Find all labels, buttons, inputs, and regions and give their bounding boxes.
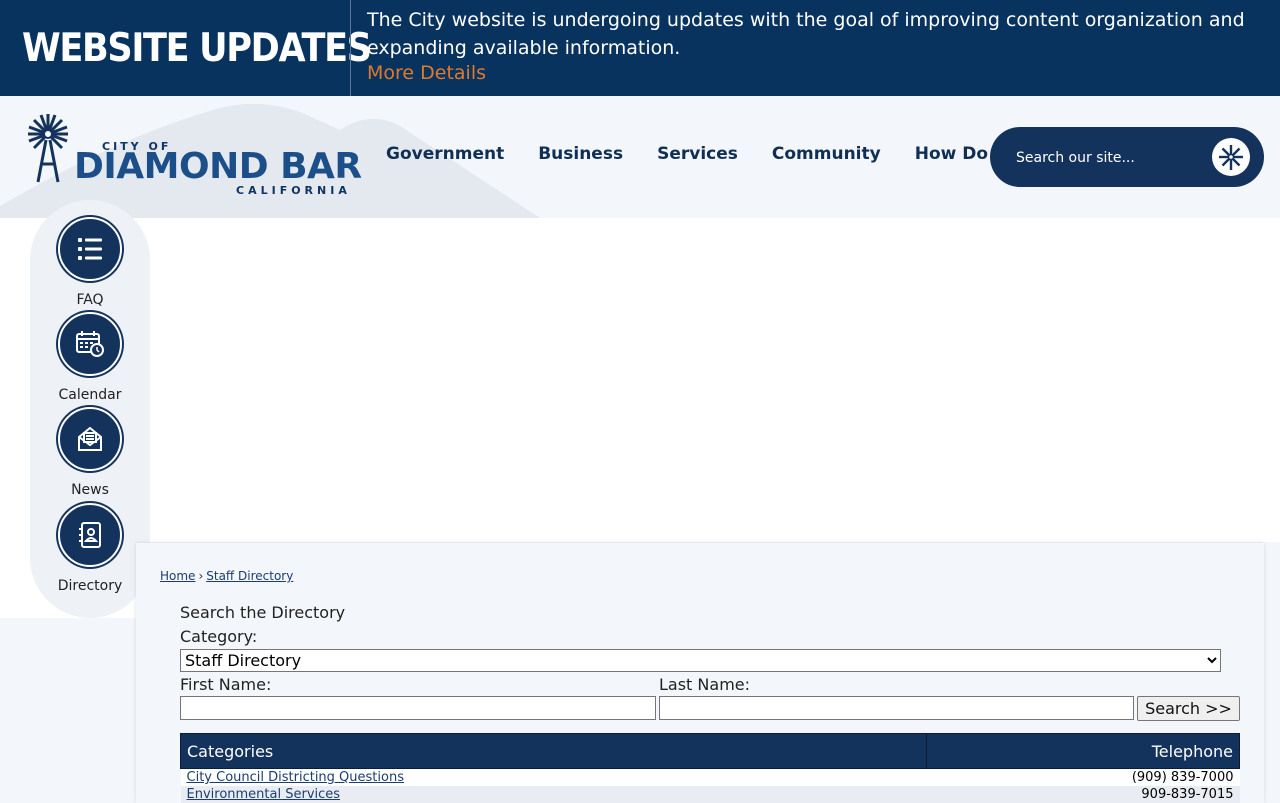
category-link[interactable]: City Council Districting Questions <box>187 770 404 785</box>
breadcrumb-separator: › <box>198 569 204 583</box>
last-name-label: Last Name: <box>659 675 751 694</box>
alert-banner: WEBSITE UPDATES The City website is unde… <box>0 0 1280 96</box>
directory-table: Categories Telephone City Council Distri… <box>180 733 1240 803</box>
breadcrumb-staff-directory[interactable]: Staff Directory <box>206 569 293 583</box>
site-header: CITY OF DIAMOND BAR CALIFORNIA Governmen… <box>0 96 1280 218</box>
hero-area <box>150 218 1280 542</box>
quick-link-faq[interactable]: FAQ <box>58 217 122 308</box>
directory-search-button[interactable]: Search >> <box>1137 696 1240 721</box>
more-details-link[interactable]: More Details <box>367 62 486 84</box>
directory-circle[interactable] <box>58 503 122 567</box>
envelope-icon <box>78 426 102 451</box>
quick-link-directory[interactable]: Directory <box>58 503 122 594</box>
alert-title: WEBSITE UPDATES <box>22 26 372 71</box>
category-cell: City Council Districting Questions <box>180 768 927 786</box>
telephone-cell: (909) 839-7000 <box>926 768 1240 786</box>
address-book-icon <box>79 522 101 548</box>
nav-business[interactable]: Business <box>538 144 623 164</box>
windmill-search-icon <box>1219 145 1243 170</box>
quick-link-label: Calendar <box>58 387 122 403</box>
quick-link-label: News <box>71 482 109 498</box>
quick-link-calendar[interactable]: Calendar <box>58 312 122 403</box>
table-row: City Council Districting Questions (909)… <box>180 768 1240 786</box>
search-input[interactable] <box>1014 145 1193 171</box>
table-header-row: Categories Telephone <box>180 733 1240 769</box>
nav-community[interactable]: Community <box>772 144 881 164</box>
main-nav: Government Business Services Community H… <box>386 144 1034 164</box>
column-header-categories: Categories <box>180 733 927 769</box>
alert-divider <box>350 0 351 96</box>
category-cell: Environmental Services <box>180 786 927 803</box>
directory-card: Home › Staff Directory Search the Director… <box>136 543 1264 803</box>
quick-link-news[interactable]: News <box>58 407 122 498</box>
quick-link-label: FAQ <box>76 292 104 308</box>
city-logo[interactable]: CITY OF DIAMOND BAR CALIFORNIA <box>24 110 362 200</box>
quick-link-label: Directory <box>57 578 123 594</box>
windmill-logo-icon <box>28 114 68 183</box>
category-select[interactable]: Staff Directory <box>180 649 1221 672</box>
category-label: Category: <box>180 627 258 646</box>
calendar-circle[interactable] <box>58 312 122 376</box>
last-name-input[interactable] <box>659 696 1134 720</box>
faq-circle[interactable] <box>58 217 122 281</box>
form-title: Search the Directory <box>180 603 346 622</box>
calendar-icon <box>76 331 104 357</box>
alert-message: The City website is undergoing updates w… <box>367 9 1245 59</box>
first-name-label: First Name: <box>180 675 272 694</box>
list-icon <box>78 238 102 260</box>
telephone-cell: 909-839-7015 <box>926 786 1240 803</box>
first-name-input[interactable] <box>180 696 656 720</box>
news-circle[interactable] <box>58 407 122 471</box>
logo-name: DIAMOND BAR <box>74 146 362 187</box>
nav-how-do-i[interactable]: How Do I <box>915 144 1001 164</box>
breadcrumb: Home › Staff Directory <box>160 569 293 583</box>
breadcrumb-home[interactable]: Home <box>160 569 195 583</box>
logo-state: CALIFORNIA <box>236 184 351 197</box>
search-button[interactable] <box>1212 138 1250 176</box>
table-row: Environmental Services 909-839-7015 <box>180 786 1240 803</box>
quick-links-sidebar: FAQ Calendar News Directory <box>30 200 150 618</box>
site-search <box>990 127 1264 187</box>
column-header-telephone: Telephone <box>926 733 1240 769</box>
nav-services[interactable]: Services <box>657 144 738 164</box>
nav-government[interactable]: Government <box>386 144 504 164</box>
